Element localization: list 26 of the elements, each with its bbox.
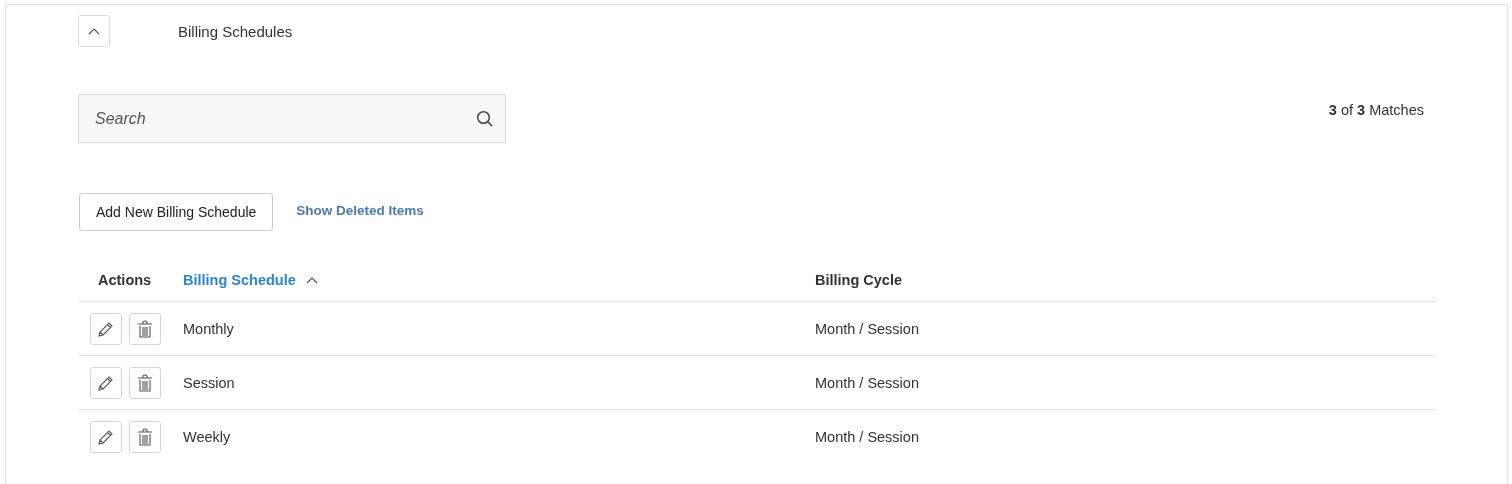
table-cell: Monthly bbox=[183, 320, 234, 337]
collapse-button[interactable] bbox=[78, 15, 110, 47]
table-cell: Month / Session bbox=[815, 374, 919, 391]
table-cell: Weekly bbox=[183, 428, 231, 445]
table-cell: Month / Session bbox=[815, 428, 919, 445]
column-header[interactable]: Actions bbox=[78, 272, 152, 288]
delete-button[interactable] bbox=[129, 312, 161, 345]
column-header[interactable]: Billing Cycle bbox=[815, 272, 903, 288]
match-count: 3 of 3 Matches bbox=[1328, 102, 1424, 118]
edit-button[interactable] bbox=[90, 312, 122, 345]
add-button[interactable]: Add New Billing Schedule bbox=[79, 193, 274, 231]
search-field[interactable]: Search bbox=[78, 94, 506, 143]
chevron-up-icon bbox=[88, 27, 100, 35]
trash-icon bbox=[137, 426, 153, 447]
edit-button[interactable] bbox=[90, 420, 122, 453]
trash-icon bbox=[137, 372, 153, 393]
column-header[interactable]: Billing Schedule bbox=[183, 272, 318, 288]
show-deleted-link[interactable]: Show Deleted Items bbox=[296, 202, 424, 218]
edit-button[interactable] bbox=[90, 366, 122, 399]
delete-button[interactable] bbox=[129, 366, 161, 399]
search-icon bbox=[476, 110, 494, 128]
table-cell: Month / Session bbox=[815, 320, 919, 337]
trash-icon bbox=[137, 318, 153, 339]
table-cell: Session bbox=[183, 374, 235, 391]
section-title: Billing Schedules bbox=[178, 22, 293, 40]
delete-button[interactable] bbox=[129, 420, 161, 453]
